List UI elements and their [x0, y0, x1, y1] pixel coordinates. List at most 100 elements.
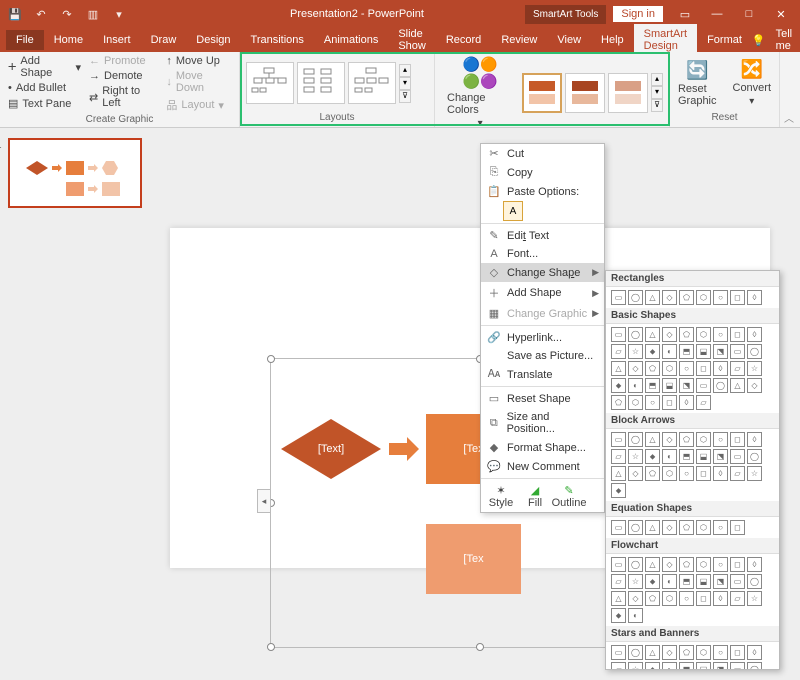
shape-option[interactable]: ◻	[730, 432, 745, 447]
ctx-reset-shape[interactable]: ▭Reset Shape	[481, 389, 604, 408]
minimize-icon[interactable]: —	[702, 3, 732, 25]
style-option-2[interactable]	[565, 73, 605, 113]
shape-option[interactable]: ⬥	[645, 449, 660, 464]
shape-option[interactable]: ⬠	[679, 290, 694, 305]
tab-insert[interactable]: Insert	[93, 30, 141, 50]
styles-scroll-down[interactable]: ▾	[651, 86, 663, 99]
shape-option[interactable]: △	[645, 520, 660, 535]
reset-graphic-button[interactable]: 🔄Reset Graphic	[672, 58, 723, 109]
shape-option[interactable]: ◻	[730, 327, 745, 342]
shape-option[interactable]: ⬠	[679, 557, 694, 572]
demote-button[interactable]: → Demote	[87, 69, 160, 83]
tab-design[interactable]: Design	[186, 30, 240, 50]
layout-option-1[interactable]	[246, 62, 294, 104]
shape-option[interactable]: ◻	[696, 591, 711, 606]
slide-thumbnail-1[interactable]	[8, 138, 142, 208]
shape-option[interactable]: ⬠	[611, 395, 626, 410]
shape-option[interactable]: ☆	[747, 361, 762, 376]
shape-option[interactable]: ⬔	[679, 378, 694, 393]
shape-option[interactable]: ◊	[747, 645, 762, 660]
ribbon-options-icon[interactable]: ▭	[670, 3, 700, 25]
shape-option[interactable]: ◊	[747, 432, 762, 447]
layouts-more[interactable]: ⊽	[399, 90, 411, 103]
sign-in-button[interactable]: Sign in	[612, 5, 664, 23]
mini-outline-button[interactable]: ✎Outline	[555, 484, 583, 509]
shape-option[interactable]: ◇	[747, 378, 762, 393]
text-pane-toggle[interactable]: ◂	[257, 489, 271, 513]
tab-transitions[interactable]: Transitions	[241, 30, 314, 50]
shape-option[interactable]: ◯	[628, 520, 643, 535]
styles-more[interactable]: ⊽	[651, 99, 663, 112]
shape-option[interactable]: ◐	[662, 449, 677, 464]
shape-option[interactable]: ☆	[628, 574, 643, 589]
shape-option[interactable]: ◯	[713, 378, 728, 393]
shape-option[interactable]: ◯	[628, 432, 643, 447]
layout-option-2[interactable]	[297, 62, 345, 104]
shape-option[interactable]: ⬒	[679, 662, 694, 670]
shape-option[interactable]: ▭	[730, 344, 745, 359]
move-up-button[interactable]: ↑ Move Up	[164, 54, 233, 68]
close-icon[interactable]: ✕	[766, 3, 796, 25]
qat-more-icon[interactable]: ▾	[108, 3, 130, 25]
shape-option[interactable]: ⬠	[679, 432, 694, 447]
shape-option[interactable]: ⬒	[679, 574, 694, 589]
tab-help[interactable]: Help	[591, 30, 634, 50]
tab-review[interactable]: Review	[491, 30, 547, 50]
shape-option[interactable]: ▱	[611, 449, 626, 464]
shape-option[interactable]: ◇	[628, 361, 643, 376]
shape-option[interactable]: ◇	[628, 466, 643, 481]
shape-option[interactable]: ▭	[730, 574, 745, 589]
shape-option[interactable]: ◇	[662, 290, 677, 305]
redo-icon[interactable]: ↷	[56, 3, 78, 25]
shape-option[interactable]: ☆	[628, 449, 643, 464]
ctx-cut[interactable]: ✂Cut	[481, 144, 604, 163]
ctx-size-position[interactable]: ⧉Size and Position...	[481, 408, 604, 438]
shape-option[interactable]: ◇	[662, 432, 677, 447]
shape-option[interactable]: ◻	[730, 290, 745, 305]
shape-option[interactable]: ⬡	[696, 645, 711, 660]
shape-option[interactable]: ◇	[628, 591, 643, 606]
layouts-scroll-down[interactable]: ▾	[399, 77, 411, 90]
shape-option[interactable]: ◯	[747, 662, 762, 670]
shape-option[interactable]: ○	[713, 327, 728, 342]
tab-record[interactable]: Record	[436, 30, 491, 50]
shape-option[interactable]: ○	[679, 591, 694, 606]
undo-icon[interactable]: ↶	[30, 3, 52, 25]
shape-option[interactable]: ▱	[611, 662, 626, 670]
style-option-1[interactable]	[522, 73, 562, 113]
tab-home[interactable]: Home	[44, 30, 93, 50]
shape-option[interactable]: ⬠	[679, 327, 694, 342]
save-icon[interactable]: 💾	[4, 3, 26, 25]
tab-view[interactable]: View	[547, 30, 591, 50]
shape-option[interactable]: ○	[679, 361, 694, 376]
shape-option[interactable]: ◻	[696, 361, 711, 376]
shape-option[interactable]: ◇	[662, 645, 677, 660]
shape-option[interactable]: ☆	[628, 344, 643, 359]
shape-option[interactable]: ◐	[662, 662, 677, 670]
shape-option[interactable]: ◯	[628, 327, 643, 342]
shape-option[interactable]: △	[730, 378, 745, 393]
maximize-icon[interactable]: □	[734, 3, 764, 25]
shape-option[interactable]: ⬠	[645, 466, 660, 481]
shape-option[interactable]: ◇	[662, 520, 677, 535]
ctx-edit-text[interactable]: ✎Edit Text	[481, 226, 604, 245]
ctx-font[interactable]: AFont...	[481, 245, 604, 263]
ctx-copy[interactable]: ⎘Copy	[481, 163, 604, 182]
ctx-translate[interactable]: 🗛Translate	[481, 365, 604, 384]
ctx-format-shape[interactable]: ◆Format Shape...	[481, 438, 604, 457]
shape-option[interactable]: ⬓	[662, 378, 677, 393]
tell-me-label[interactable]: Tell me	[776, 28, 793, 52]
shape-option[interactable]: ▭	[611, 557, 626, 572]
shape-option[interactable]: ▭	[611, 645, 626, 660]
shape-option[interactable]: ▱	[730, 361, 745, 376]
shape-option[interactable]: ▭	[611, 520, 626, 535]
shape-option[interactable]: △	[645, 645, 660, 660]
shape-option[interactable]: ○	[713, 432, 728, 447]
layouts-scroll-up[interactable]: ▴	[399, 64, 411, 77]
shape-option[interactable]: ◊	[679, 395, 694, 410]
shape-option[interactable]: ◊	[713, 591, 728, 606]
shape-option[interactable]: ⬒	[679, 449, 694, 464]
shape-option[interactable]: ◐	[628, 608, 643, 623]
shape-option[interactable]: ☆	[628, 662, 643, 670]
shape-option[interactable]: ⬥	[611, 483, 626, 498]
